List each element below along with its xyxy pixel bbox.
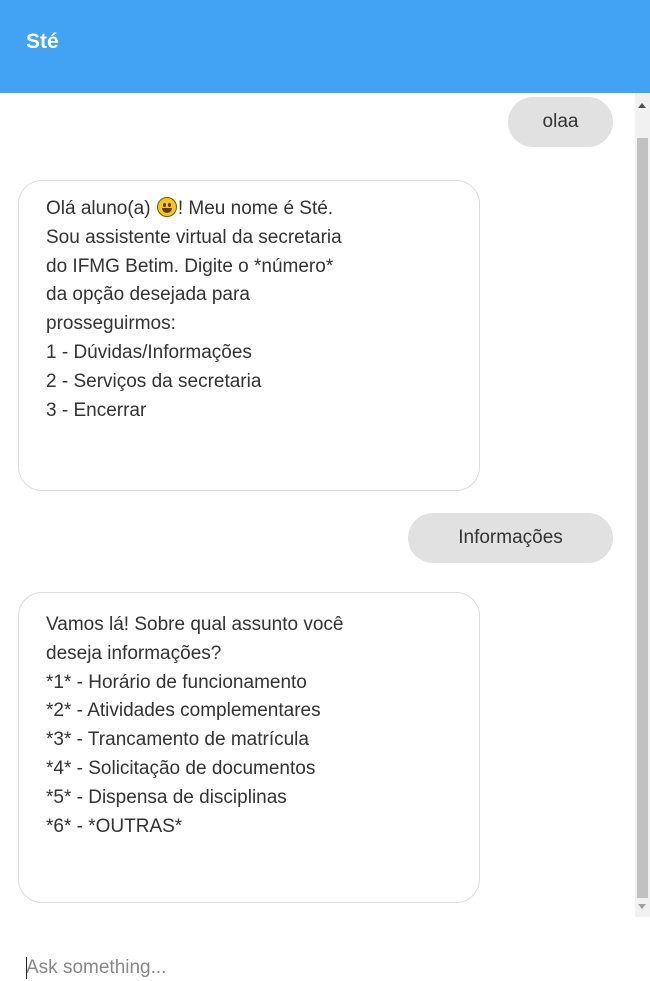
scroll-thumb[interactable] <box>637 138 648 898</box>
text-caret <box>26 957 27 979</box>
message-line: *6* - *OUTRAS* <box>46 815 183 837</box>
message-composer <box>0 917 650 981</box>
message-line: *2* - Atividades complementares <box>46 700 321 722</box>
message-line: da opção desejada para <box>46 284 250 306</box>
scroll-up-arrow-icon[interactable] <box>638 103 646 108</box>
message-line: prosseguirmos: <box>46 313 176 335</box>
user-message: olaa <box>508 97 613 147</box>
message-line: deseja informações? <box>46 642 222 664</box>
message-line: Olá aluno(a) ! Meu nome é Sté. <box>46 197 334 219</box>
message-line: Vamos lá! Sobre qual assunto você <box>46 614 344 635</box>
message-list[interactable]: olaa Olá aluno(a) ! Meu nome é Sté. Sou … <box>0 93 650 917</box>
message-line: *4* - Solicitação de documentos <box>46 757 316 779</box>
message-line: *5* - Dispensa de disciplinas <box>46 786 287 808</box>
smiley-emoji-icon <box>156 197 177 217</box>
message-line: Sou assistente virtual da secretaria <box>46 226 342 248</box>
message-line: 1 - Dúvidas/Informações <box>46 341 252 363</box>
scroll-down-arrow-icon[interactable] <box>638 904 646 909</box>
chat-app: Sté olaa Olá aluno(a) ! Meu nome é Sté. … <box>0 0 650 981</box>
message-line: 3 - Encerrar <box>46 399 147 421</box>
bot-message: Vamos lá! Sobre qual assunto você deseja… <box>18 592 480 903</box>
message-line: *3* - Trancamento de matrícula <box>46 729 309 751</box>
bot-message: Olá aluno(a) ! Meu nome é Sté. Sou assis… <box>18 180 480 491</box>
user-message: Informações <box>408 513 613 563</box>
chat-header: Sté <box>0 0 650 93</box>
chat-scrollbar[interactable] <box>635 93 650 917</box>
message-line: *1* - Horário de funcionamento <box>46 671 307 693</box>
chat-title: Sté <box>26 30 59 53</box>
message-line: 2 - Serviços da secretaria <box>46 370 262 392</box>
message-input[interactable] <box>26 955 626 981</box>
message-line: do IFMG Betim. Digite o *número* <box>46 255 334 277</box>
